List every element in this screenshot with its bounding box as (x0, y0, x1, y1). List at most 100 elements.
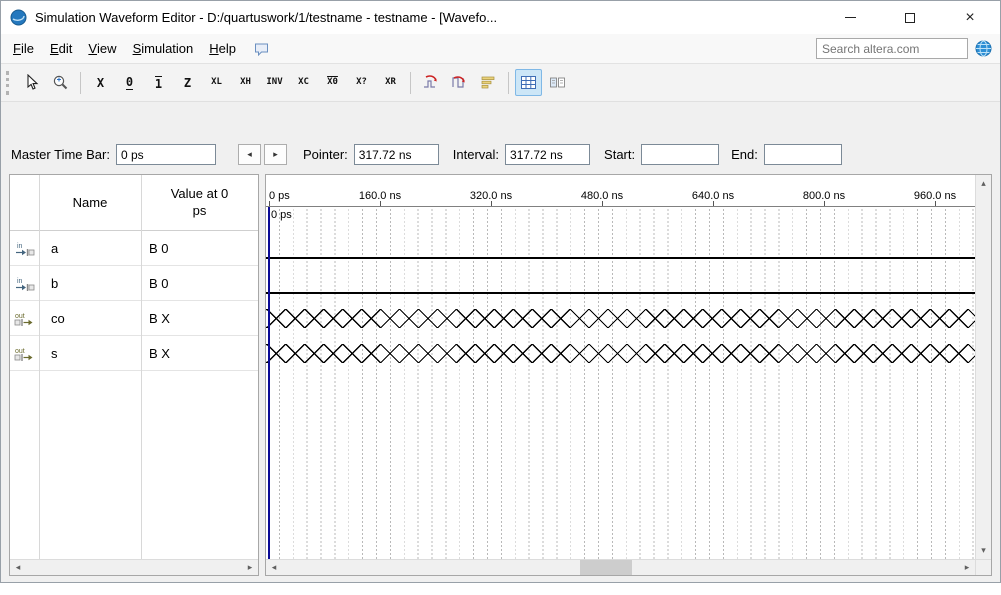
scroll-up-icon[interactable]: ▴ (976, 176, 992, 191)
in-pin-icon: in (10, 241, 39, 256)
signal-row-co[interactable]: out co B X (10, 301, 258, 336)
ruler-tick (602, 201, 603, 206)
arbitrary-value-button[interactable]: X? (348, 69, 375, 96)
clock-button[interactable]: X0 (319, 69, 346, 96)
pointer-label: Pointer: (302, 147, 348, 162)
signal-name: co (51, 310, 65, 326)
count-value-button[interactable]: XC (290, 69, 317, 96)
arbitrary-value-icon: X? (356, 77, 367, 87)
ruler-tick (380, 201, 381, 206)
random-values-button[interactable]: XR (377, 69, 404, 96)
sort-button[interactable] (475, 69, 502, 96)
in-pin-icon: in (10, 276, 39, 291)
weak-high-button[interactable]: XH (232, 69, 259, 96)
ruler-tick-label: 0 ps (269, 190, 290, 202)
wave-b[interactable] (266, 266, 975, 301)
forcing-low-button[interactable]: 0 (116, 69, 143, 96)
scroll-left-icon[interactable]: ◂ (266, 560, 282, 575)
wave-scroll-track[interactable] (282, 560, 959, 575)
scroll-thumb[interactable] (579, 560, 632, 575)
menu-simulation[interactable]: Simulation (125, 34, 202, 63)
feedback-icon[interactable] (254, 42, 269, 56)
timebar-next-button[interactable]: ▸ (263, 144, 287, 165)
time-cursor-line[interactable] (268, 207, 270, 559)
search-area (816, 38, 1000, 59)
signal-value: B 0 (149, 275, 169, 291)
menu-view[interactable]: View (80, 34, 124, 63)
master-time-bar-label: Master Time Bar: (11, 147, 110, 162)
main-area: Name Value at 0 ps in a B 0 in b B 0 out co B Xo… (9, 174, 992, 576)
signal-panel: Name Value at 0 ps in a B 0 in b B 0 out co B Xo… (9, 174, 259, 576)
title-bar[interactable]: Simulation Waveform Editor - D:/quartusw… (1, 1, 1000, 34)
globe-icon[interactable] (975, 40, 992, 57)
time-bar: Master Time Bar: ◂ ▸ Pointer: Interval: … (1, 102, 1000, 174)
search-input[interactable] (816, 38, 968, 59)
count-value-icon: XC (298, 77, 309, 87)
svg-text:out: out (15, 313, 25, 320)
menu-bar: File Edit View Simulation Help (1, 34, 1000, 64)
menu-help[interactable]: Help (201, 34, 244, 63)
waveform-low-line (266, 257, 975, 259)
scroll-left-icon[interactable]: ◂ (10, 560, 26, 575)
timebar-prev-button[interactable]: ◂ (237, 144, 261, 165)
signal-row-a[interactable]: in a B 0 (10, 231, 258, 266)
signal-name: s (51, 345, 58, 361)
minimize-button[interactable] (820, 1, 880, 34)
forcing-unknown-button[interactable]: X (87, 69, 114, 96)
master-time-bar-input[interactable] (115, 144, 216, 165)
snap-to-transition-icon (452, 76, 465, 88)
svg-text:out: out (15, 348, 25, 355)
zoom-tool-button[interactable] (47, 69, 74, 96)
invert-button[interactable]: INV (261, 69, 288, 96)
forcing-high-impedance-button[interactable]: Z (174, 69, 201, 96)
signal-table: Name Value at 0 ps in a B 0 in b B 0 out co B Xo… (10, 175, 258, 559)
ruler-tick (824, 201, 825, 206)
forcing-high-impedance-icon: Z (183, 75, 192, 90)
scroll-right-icon[interactable]: ▸ (959, 560, 975, 575)
end-label: End: (731, 147, 758, 162)
snap-to-grid-button[interactable] (417, 69, 444, 96)
app-logo-icon (10, 9, 27, 26)
start-input[interactable] (641, 144, 720, 165)
toolbar-grip[interactable] (6, 70, 12, 95)
signal-hscrollbar[interactable]: ◂ ▸ (10, 559, 258, 575)
app-window: Simulation Waveform Editor - D:/quartusw… (0, 0, 1001, 583)
scrollbar-corner (975, 559, 991, 575)
snap-to-grid-icon (424, 75, 437, 88)
wave-co[interactable] (266, 301, 975, 336)
table-header: Name Value at 0 ps (10, 175, 258, 231)
name-column-header: Name (72, 195, 108, 210)
signal-scroll-track[interactable] (26, 560, 242, 575)
snap-to-transition-button[interactable] (446, 69, 473, 96)
show-grid-button[interactable] (515, 69, 542, 96)
show-value-tips-button[interactable] (544, 69, 571, 96)
time-ruler[interactable]: 0 ps 160.0 ns 320.0 ns 480.0 ns 640.0 ns 800.… (266, 175, 975, 207)
vertical-scrollbar[interactable]: ▴ ▾ (975, 175, 991, 559)
selection-tool-button[interactable] (18, 69, 45, 96)
wave-s[interactable] (266, 336, 975, 371)
wave-hscrollbar[interactable]: ◂ ▸ (266, 559, 975, 575)
ruler-tick (713, 201, 714, 206)
waveform-area[interactable]: 0 ps (266, 207, 975, 559)
forcing-high-button[interactable]: 1 (145, 69, 172, 96)
left-arrow-icon: ◂ (247, 149, 252, 159)
signal-name: a (51, 240, 59, 256)
toolbar-separator (80, 71, 81, 94)
close-button[interactable]: × (940, 1, 1000, 34)
waveform-low-line (266, 292, 975, 294)
end-input[interactable] (763, 144, 842, 165)
weak-low-button[interactable]: XL (203, 69, 230, 96)
maximize-icon (905, 12, 915, 23)
signal-row-b[interactable]: in b B 0 (10, 266, 258, 301)
value-column-header: Value at 0 ps (170, 185, 229, 218)
cursor-row: 0 ps (266, 207, 975, 231)
menu-edit[interactable]: Edit (42, 34, 80, 63)
wave-a[interactable] (266, 231, 975, 266)
scroll-down-icon[interactable]: ▾ (976, 543, 992, 558)
menu-file[interactable]: File (5, 34, 42, 63)
maximize-button[interactable] (880, 1, 940, 34)
clock-icon: X0 (327, 77, 338, 87)
scroll-right-icon[interactable]: ▸ (242, 560, 258, 575)
signal-row-s[interactable]: out s B X (10, 336, 258, 371)
signal-value: B X (149, 310, 170, 326)
